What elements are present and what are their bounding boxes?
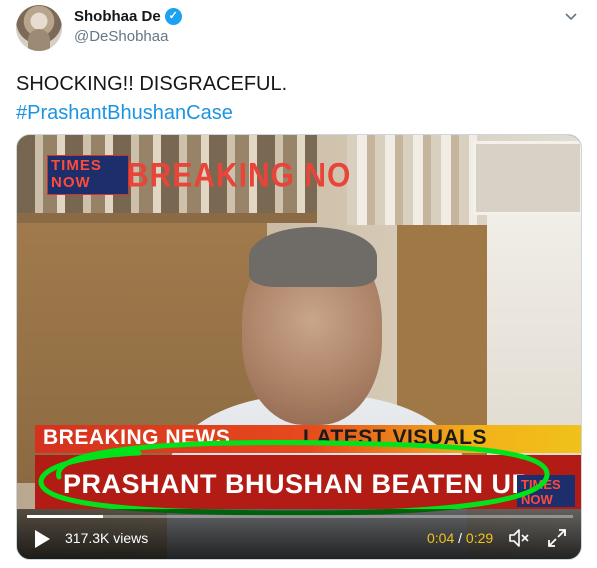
channel-logo-text: TIMES NOW [51,157,102,191]
video-player[interactable]: TIMES NOW BREAKING NO BREAKING NEWS LATE… [16,134,582,560]
tweet-text: SHOCKING!! DISGRACEFUL. #PrashantBhushan… [16,70,287,128]
progress-bar[interactable] [27,515,573,518]
fullscreen-icon[interactable] [547,528,567,548]
time-display: 0:04 / 0:29 [427,530,493,546]
shelf-board [17,213,317,223]
video-frame: TIMES NOW BREAKING NO BREAKING NEWS LATE… [17,135,581,559]
chevron-down-icon-shape [565,13,577,21]
person-hair [249,227,377,287]
green-annotation-circle [38,440,550,516]
author-display-name[interactable]: Shobhaa De [74,8,161,25]
breaking-banner: BREAKING NO [127,156,352,195]
volume-icon[interactable] [508,528,530,548]
tweet-card: Shobhaa De ✓ @DeShobhaa SHOCKING!! DISGR… [0,0,597,568]
picture-frame [473,141,581,215]
channel-logo-line2: NOW [51,174,91,191]
verified-badge-icon: ✓ [164,8,182,25]
author-name-row: Shobhaa De ✓ [74,8,182,25]
avatar[interactable] [16,5,62,51]
author-handle[interactable]: @DeShobhaa [74,28,168,45]
tweet-text-line: SHOCKING!! DISGRACEFUL. [16,73,288,95]
current-time: 0:04 [427,530,455,546]
total-time: 0:29 [465,530,494,546]
view-count: 317.3K views [65,530,149,546]
books [347,135,477,225]
channel-logo-line1: TIMES [51,157,102,174]
hashtag-link[interactable]: #PrashantBhushanCase [16,99,287,128]
time-separator: / [458,530,463,546]
play-icon[interactable] [33,529,51,549]
progress-fill [27,515,104,518]
chevron-down-icon[interactable] [563,8,579,24]
